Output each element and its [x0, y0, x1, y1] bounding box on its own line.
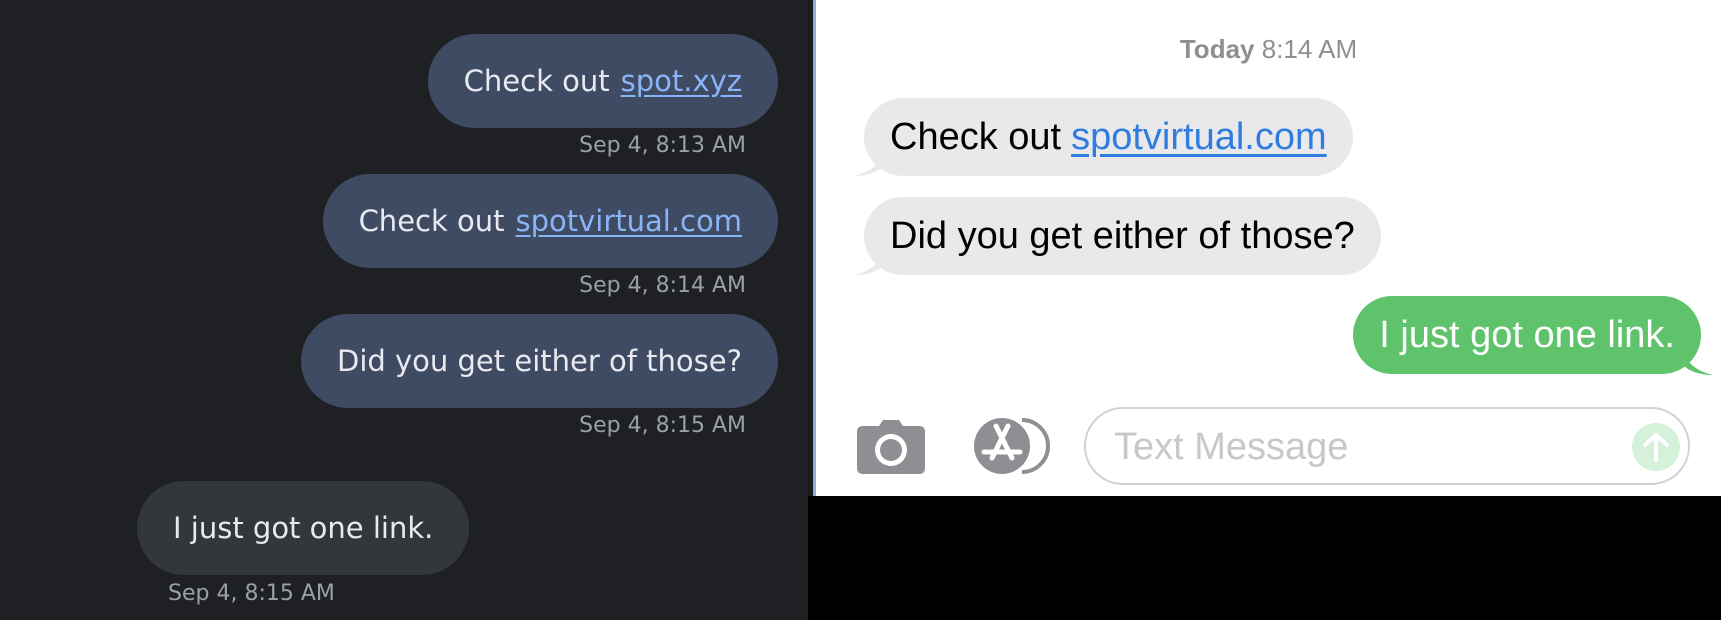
app-store-icon[interactable] [970, 416, 1050, 476]
message-link[interactable]: spotvirtual.com [1071, 116, 1327, 159]
message-link[interactable]: spot.xyz [621, 64, 742, 98]
camera-icon[interactable] [857, 420, 925, 474]
send-arrow-icon [1643, 433, 1669, 462]
received-message[interactable]: Check out spotvirtual.com [864, 98, 1353, 176]
message-timestamp: Sep 4, 8:13 AM [579, 133, 746, 158]
message-timestamp: Sep 4, 8:15 AM [579, 413, 746, 438]
android-conversation: Check out spot.xyz Sep 4, 8:13 AM Check … [0, 0, 808, 620]
message-input-field[interactable] [1084, 407, 1690, 485]
sent-message[interactable]: Did you get either of those? [301, 314, 778, 408]
sent-message[interactable]: Check out spot.xyz [427, 34, 778, 128]
timestamp-day: Today [1179, 34, 1255, 64]
message-timestamp: Sep 4, 8:15 AM [168, 581, 335, 606]
message-link[interactable]: spotvirtual.com [515, 204, 742, 238]
ios-conversation: Today 8:14 AM Check out spotvirtual.com … [816, 0, 1721, 496]
message-timestamp: Sep 4, 8:14 AM [579, 273, 746, 298]
conversation-timestamp: Today 8:14 AM [816, 34, 1721, 65]
text-message-input[interactable] [1112, 409, 1596, 485]
panel-divider [808, 0, 816, 496]
message-text: Check out [358, 204, 505, 238]
received-message[interactable]: Did you get either of those? [864, 197, 1381, 275]
sent-message[interactable]: I just got one link. [1353, 296, 1701, 374]
message-text: Check out [463, 64, 610, 98]
timestamp-time: 8:14 AM [1261, 34, 1358, 64]
sent-message[interactable]: Check out spotvirtual.com [322, 174, 778, 268]
received-message[interactable]: I just got one link. [137, 481, 470, 575]
message-text: I just got one link. [1379, 313, 1675, 356]
send-button[interactable] [1632, 423, 1680, 471]
message-text: Did you get either of those? [337, 344, 742, 378]
message-text: Did you get either of those? [890, 214, 1355, 257]
message-text: I just got one link. [173, 511, 434, 545]
message-text: Check out [890, 115, 1062, 158]
